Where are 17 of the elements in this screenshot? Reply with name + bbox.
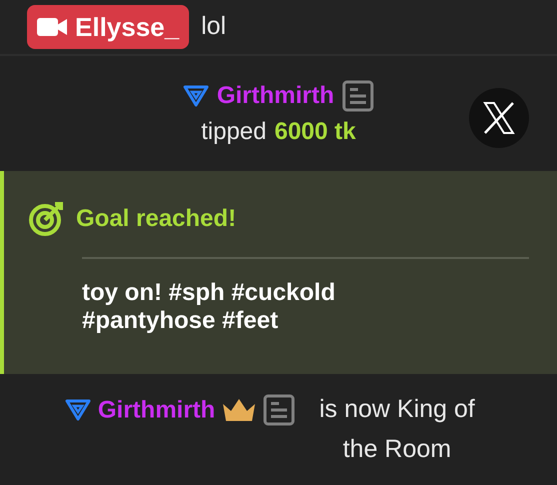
triangle-badge-icon: [182, 84, 209, 108]
goal-title: Goal reached!: [76, 204, 236, 234]
document-icon: [342, 80, 374, 112]
username[interactable]: Girthmirth: [216, 78, 334, 114]
message-text: lol: [201, 11, 226, 42]
tip-action: tipped: [201, 116, 266, 146]
target-icon: [28, 201, 64, 237]
document-icon: [263, 394, 296, 426]
close-icon: [482, 101, 516, 135]
username-badge[interactable]: Ellysse_: [27, 5, 190, 49]
crown-icon: [222, 398, 256, 422]
king-message: is now King of the Room: [318, 394, 476, 465]
tip-amount: 6000 tk: [274, 116, 356, 146]
triangle-badge-icon: [64, 398, 91, 422]
username[interactable]: Girthmirth: [98, 396, 216, 424]
goal-text: toy on! #sph #cuckold #pantyhose #feet: [82, 279, 336, 335]
video-camera-icon: [37, 17, 67, 37]
